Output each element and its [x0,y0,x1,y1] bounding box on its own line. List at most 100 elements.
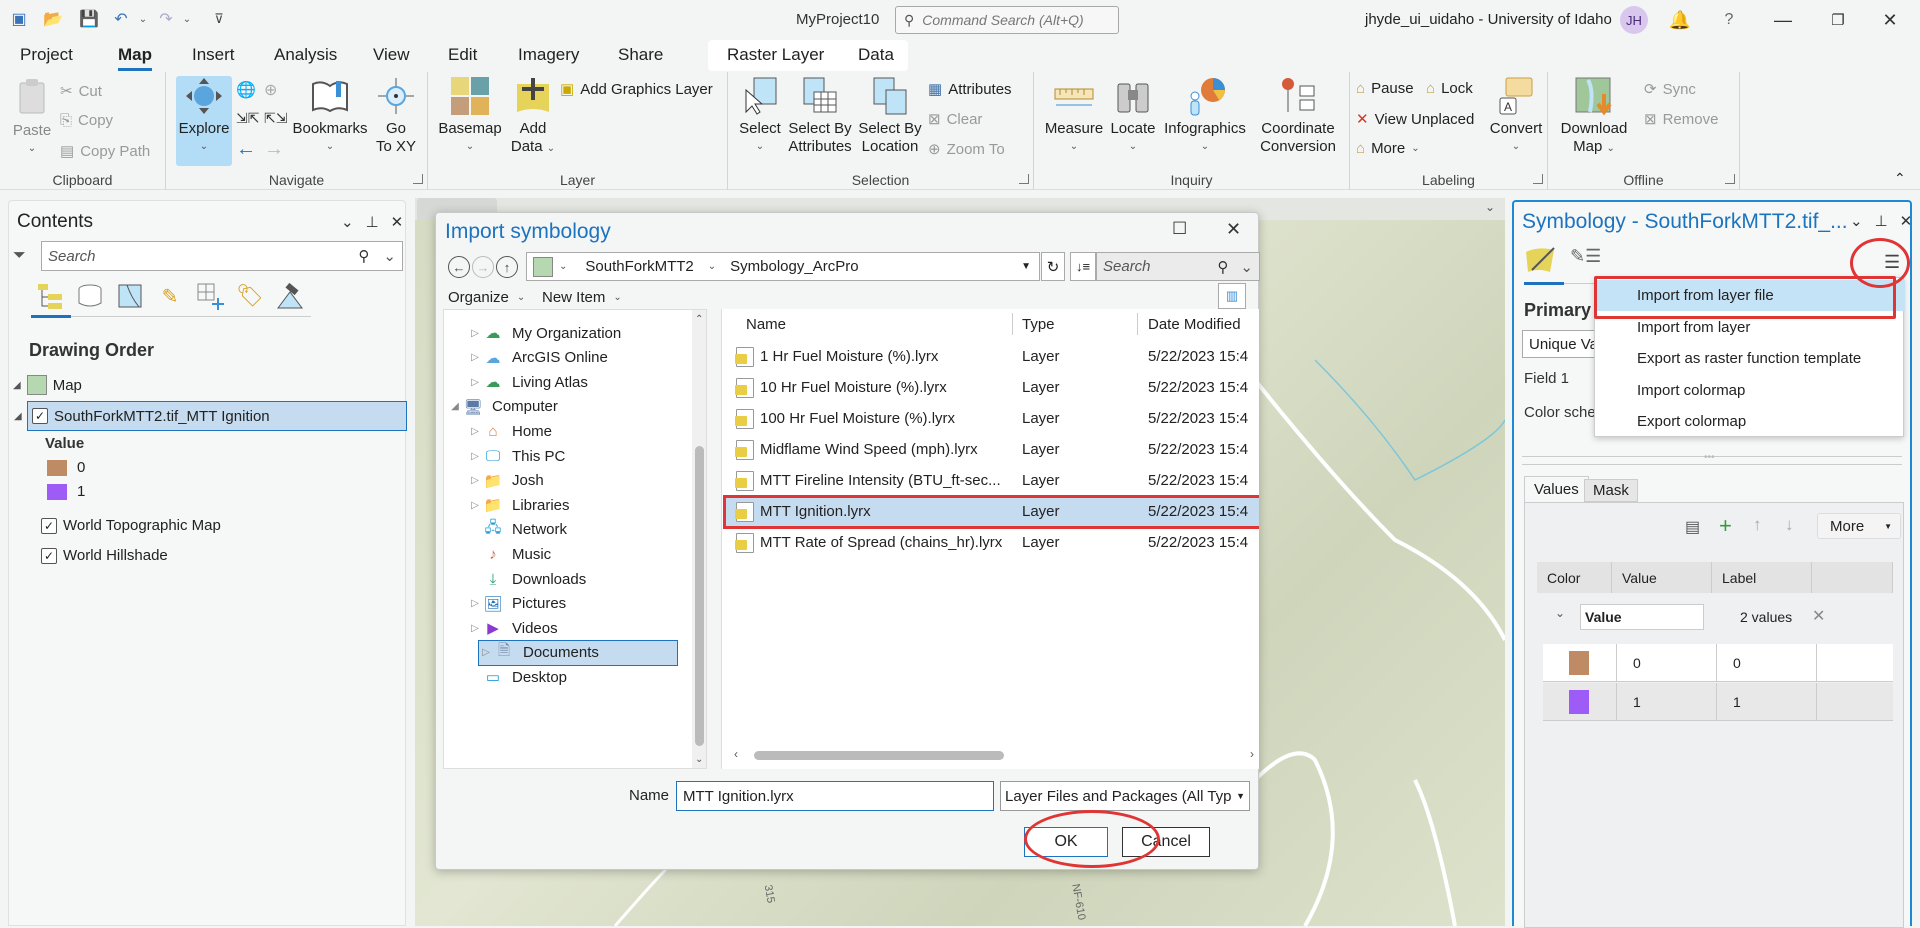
close-pane-icon[interactable]: ✕ [391,213,404,231]
convert-button[interactable]: A Convert ⌄ [1488,76,1544,156]
download-map-button[interactable]: Download Map ⌄ [1556,76,1632,158]
horizontal-scrollbar[interactable]: ‹ › [734,745,1254,765]
expand-triangle-icon[interactable]: ▷ [468,475,482,486]
previous-extent-icon[interactable]: ← [236,138,256,161]
expand-triangle-icon[interactable]: ▷ [468,352,482,363]
ok-button[interactable]: OK [1024,827,1108,857]
list-by-source-icon[interactable] [75,281,105,311]
file-row[interactable]: MTT Fireline Intensity (BTU_ft-sec... Lay… [726,467,1259,495]
user-account[interactable]: jhyde_ui_uidaho - University of Idaho [1365,11,1612,28]
list-by-drawing-order-icon[interactable] [35,281,65,311]
address-dropdown-icon[interactable]: ▼ [1021,261,1031,272]
help-button[interactable]: ? [1714,6,1744,34]
expand-triangle-icon[interactable]: ▷ [468,328,482,339]
scroll-down-icon[interactable]: ⌄ [695,754,703,765]
chevron-down-icon[interactable]: ⌄ [559,261,567,272]
column-header-color[interactable]: Color [1537,562,1612,593]
nav-item-libraries[interactable]: ▷ 📁 Libraries [468,492,692,518]
redo-icon[interactable]: ↷ [155,8,177,30]
nav-item-this-pc[interactable]: ▷ 🖵 This PC [468,443,692,469]
nav-item-living-atlas[interactable]: ▷ ☁ Living Atlas [468,369,692,395]
pause-labeling-button[interactable]: ⌂ Pause [1356,80,1414,97]
nav-item-downloads[interactable]: ⤓ Downloads [468,566,692,592]
remove-button[interactable]: ⊠ Remove [1644,110,1718,129]
list-by-labeling-icon[interactable]: 🏷 [235,281,265,311]
path-segment[interactable]: SouthForkMTT2 [585,258,693,275]
full-extent-icon[interactable]: 🌐 [236,80,256,100]
command-search-input[interactable]: ⚲ Command Search (Alt+Q) [895,6,1119,34]
customize-toolbar-icon[interactable]: ⊽ [208,8,230,30]
tree-scrollbar[interactable]: ⌃ ⌄ [692,310,706,768]
tree-scrollbar-thumb[interactable] [695,446,704,746]
hamburger-menu-icon[interactable]: ☰ [1884,252,1900,273]
label-cell[interactable]: 0 [1717,644,1817,682]
remove-group-icon[interactable]: ✕ [1812,606,1825,626]
list-by-editing-icon[interactable]: ✎ [155,281,185,311]
nav-item-josh[interactable]: ▷ 📁 Josh [468,468,692,494]
undo-icon[interactable]: ↶ [110,8,132,30]
next-extent-icon[interactable]: → [264,138,284,161]
tab-raster-layer[interactable]: Raster Layer [727,45,824,65]
expand-triangle-icon[interactable]: ▷ [468,598,482,609]
organize-menu[interactable]: Organize ⌄ [448,289,525,306]
basemap-button[interactable]: Basemap ⌄ [438,76,502,156]
go-to-xy-button[interactable]: Go To XY [370,76,422,156]
chevron-down-icon[interactable]: ⌄ [708,261,716,272]
collapse-triangle-icon[interactable]: ◢ [448,401,462,412]
locate-button[interactable]: Locate ⌄ [1106,76,1160,156]
layer-visibility-checkbox[interactable]: ✓ [41,547,57,564]
expand-triangle-icon[interactable]: ▷ [468,377,482,388]
view-options-icon[interactable]: ▥ [1218,283,1246,309]
tab-share[interactable]: Share [618,45,663,65]
file-type-filter-select[interactable]: Layer Files and Packages (All Types ▼ [1000,781,1250,811]
cancel-button[interactable]: Cancel [1122,827,1210,857]
file-row[interactable]: 10 Hr Fuel Moisture (%).lyrx Layer 5/22/20… [726,374,1259,402]
lock-labels-button[interactable]: ⌂ Lock [1426,80,1473,97]
nav-item-computer[interactable]: ◢ 🖥 Computer [448,394,692,420]
save-icon[interactable]: 💾 [78,8,100,30]
menu-item-export-colormap[interactable]: Export colormap [1595,406,1905,437]
zoom-to-selection-button[interactable]: ⊕ Zoom To [928,140,1005,159]
list-by-snapping-icon[interactable] [195,281,225,311]
file-row[interactable]: MTT Rate of Spread (chains_hr).lyrx Layer… [726,529,1259,557]
pane-options-chevron-icon[interactable]: ⌄ [1850,212,1863,230]
list-by-perspective-imagery-icon[interactable] [275,281,305,311]
file-row[interactable]: 100 Hr Fuel Moisture (%).lyrx Layer 5/22/2… [726,405,1259,433]
map-tabs-chevron-icon[interactable]: ⌄ [1485,200,1495,214]
horizontal-scrollbar-thumb[interactable] [754,751,1004,760]
maximize-dialog-icon[interactable]: ☐ [1172,219,1187,239]
move-down-icon[interactable]: ↓ [1785,515,1794,535]
minimize-icon[interactable]: — [1768,6,1798,34]
menu-item-export-as-raster-function-template[interactable]: Export as raster function template [1595,343,1905,374]
tab-edit[interactable]: Edit [448,45,477,65]
tab-mask[interactable]: Mask [1584,479,1638,502]
fixed-zoom-in-icon[interactable]: ⇲⇱ [236,110,259,127]
menu-item-import-from-layer-file[interactable]: Import from layer file [1595,280,1905,311]
undo-dropdown-icon[interactable]: ⌄ [132,8,154,30]
column-header-label[interactable]: Label [1712,562,1812,593]
nav-item-home[interactable]: ▷ ⌂ Home [468,418,692,444]
avatar[interactable]: JH [1620,6,1648,34]
refresh-icon[interactable]: ↻ [1041,252,1065,281]
close-icon[interactable]: ✕ [1875,6,1905,34]
layer-visibility-checkbox[interactable]: ✓ [32,408,48,424]
more-menu-button[interactable]: More ▼ [1817,513,1901,539]
value-row[interactable]: 11 [1543,683,1893,721]
collapse-ribbon-icon[interactable]: ⌃ [1894,170,1906,187]
tab-data[interactable]: Data [858,45,894,65]
file-row[interactable]: 1 Hr Fuel Moisture (%).lyrx Layer 5/22/202… [726,343,1259,371]
layer-visibility-checkbox[interactable]: ✓ [41,517,57,534]
tab-imagery[interactable]: Imagery [518,45,579,65]
scroll-right-icon[interactable]: › [1250,747,1254,761]
pin-icon[interactable]: ⊥ [366,213,379,231]
nav-item-music[interactable]: ♪ Music [468,541,692,567]
expand-triangle-icon[interactable]: ▷ [479,647,493,658]
attributes-button[interactable]: ▦ Attributes [928,80,1012,99]
color-swatch[interactable] [1569,690,1589,714]
value-cell[interactable]: 1 [1617,683,1717,721]
nav-item-videos[interactable]: ▷ ▶ Videos [468,615,692,641]
label-cell[interactable]: 1 [1717,683,1817,721]
copy-path-button[interactable]: ▤ Copy Path [60,142,150,161]
close-dialog-icon[interactable]: ✕ [1226,219,1241,240]
nav-item-arcgis-online[interactable]: ▷ ☁ ArcGIS Online [468,345,692,371]
